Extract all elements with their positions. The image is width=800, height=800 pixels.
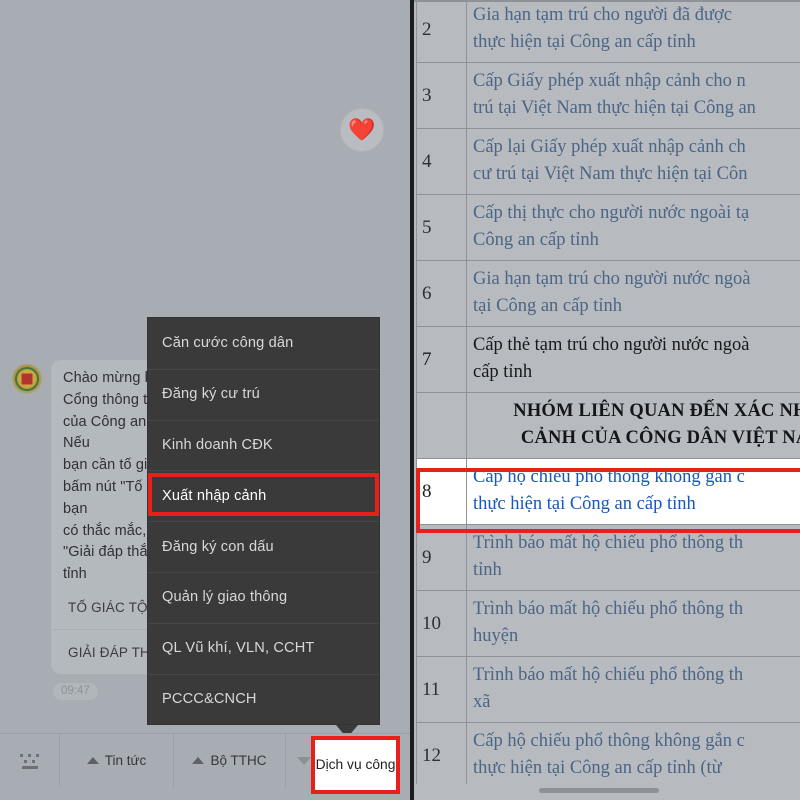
row-text: Cấp thẻ tạm trú cho người nước ngoà cấp … (466, 326, 800, 393)
menu-item-quan-ly-giao-thong[interactable]: Quản lý giao thông (148, 571, 379, 623)
row-text-line2: cư trú tại Việt Nam thực hiện tại Côn (473, 164, 748, 184)
services-dropdown-menu: Căn cước công dân Đăng ký cư trú Kinh do… (148, 318, 379, 725)
row-text: Cấp hộ chiếu phổ thông không gắn c thực … (466, 458, 800, 525)
row-text-line1: Trình báo mất hộ chiếu phổ thông th (473, 533, 744, 553)
row-text-line2: cấp tỉnh (473, 362, 533, 382)
table-row[interactable]: 10 Trình báo mất hộ chiếu phổ thông th h… (416, 590, 800, 657)
row-text-line2: trú tại Việt Nam thực hiện tại Công an (473, 98, 756, 118)
keyboard-button[interactable] (0, 734, 60, 787)
nav-item-tin-tuc[interactable]: Tin tức (60, 734, 174, 787)
table-row[interactable]: 7 Cấp thẻ tạm trú cho người nước ngoà cấ… (416, 326, 800, 393)
row-number: 7 (416, 326, 467, 393)
chat-panel: ❤️ Chào mừng bạn đến với Cổng thông tin … (0, 0, 412, 800)
row-text-line2: thực hiện tại Công an cấp tỉnh (473, 494, 696, 514)
row-text: Cấp Giấy phép xuất nhập cảnh cho n trú t… (466, 62, 800, 129)
nav-item-bo-tthc-label: Bộ TTHC (210, 753, 267, 768)
procedures-table-body: 2 Gia hạn tạm trú cho người đã được thực… (416, 0, 800, 789)
row-number: 4 (416, 128, 467, 195)
table-top-border (414, 0, 800, 2)
menu-item-kinh-doanh-cdk[interactable]: Kinh doanh CĐK (148, 419, 379, 471)
row-text-line1: Trình báo mất hộ chiếu phổ thông th (473, 665, 744, 685)
table-row[interactable]: 6 Gia hạn tạm trú cho người nước ngoà tạ… (416, 260, 800, 327)
avatar (12, 364, 42, 394)
table-row[interactable]: 5 Cấp thị thực cho người nước ngoài tạ C… (416, 194, 800, 261)
heart-reaction-icon[interactable]: ❤️ (340, 108, 384, 152)
section-header-line1: NHÓM LIÊN QUAN ĐẾN XÁC NHẬN (513, 401, 800, 421)
row-text-line1: Trình báo mất hộ chiếu phổ thông th (473, 599, 744, 619)
menu-item-xuat-nhap-canh[interactable]: Xuất nhập cảnh (148, 470, 379, 521)
row-number: 3 (416, 62, 467, 129)
row-text-line1: Cấp hộ chiếu phổ thông không gắn c (473, 731, 745, 751)
row-text-line2: tại Công an cấp tỉnh (473, 296, 622, 316)
row-text-line1: Cấp thị thực cho người nước ngoài tạ (473, 203, 750, 223)
row-text: Cấp lại Giấy phép xuất nhập cảnh ch cư t… (466, 128, 800, 195)
row-text-line1: Cấp hộ chiếu phổ thông không gắn c (473, 467, 745, 487)
table-row[interactable]: 11 Trình báo mất hộ chiếu phổ thông th x… (416, 656, 800, 723)
emblem-star-icon (21, 373, 33, 385)
row-text: Gia hạn tạm trú cho người nước ngoà tại … (466, 260, 800, 327)
message-timestamp: 09:47 (53, 683, 98, 700)
panel-divider (410, 0, 414, 800)
row-number: 10 (416, 590, 467, 657)
row-text: Trình báo mất hộ chiếu phổ thông th tỉnh (466, 524, 800, 591)
triangle-up-icon (86, 757, 99, 764)
row-text-line2: tỉnh (473, 560, 502, 580)
nav-item-tin-tuc-label: Tin tức (104, 753, 147, 768)
document-panel[interactable]: 2 Gia hạn tạm trú cho người đã được thực… (414, 0, 800, 800)
table-row[interactable]: 2 Gia hạn tạm trú cho người đã được thực… (416, 0, 800, 63)
table-row[interactable]: 4 Cấp lại Giấy phép xuất nhập cảnh ch cư… (416, 128, 800, 195)
row-text: Gia hạn tạm trú cho người đã được thực h… (466, 0, 800, 63)
dich-vu-cong-button[interactable]: Dịch vụ công (311, 736, 400, 794)
row-text-line1: Gia hạn tạm trú cho người đã được (473, 5, 732, 25)
row-number: 6 (416, 260, 467, 327)
row-number: 8 (416, 458, 467, 525)
row-text-line1: Cấp thẻ tạm trú cho người nước ngoà (473, 335, 750, 355)
row-number: 12 (416, 722, 467, 789)
row-text-line2: xã (473, 692, 491, 712)
table-row[interactable]: 9 Trình báo mất hộ chiếu phổ thông th tỉ… (416, 524, 800, 591)
triangle-up-icon (192, 757, 205, 764)
row-text-line1: Gia hạn tạm trú cho người nước ngoà (473, 269, 751, 289)
row-number (416, 392, 467, 459)
table-row[interactable]: 3 Cấp Giấy phép xuất nhập cảnh cho n trú… (416, 62, 800, 129)
row-number: 9 (416, 524, 467, 591)
section-header-text: NHÓM LIÊN QUAN ĐẾN XÁC NHẬN CẢNH CỦA CÔN… (466, 392, 800, 459)
nav-item-bo-tthc[interactable]: Bộ TTHC (174, 734, 286, 787)
menu-item-ql-vu-khi[interactable]: QL Vũ khí, VLN, CCHT (148, 622, 379, 674)
section-header-line2: CẢNH CỦA CÔNG DÂN VIỆT NAM (520, 428, 800, 448)
dich-vu-cong-label: Dịch vụ công (315, 757, 396, 772)
heart-emoji: ❤️ (348, 117, 376, 142)
menu-item-can-cuoc-cong-dan[interactable]: Căn cước công dân (148, 318, 379, 369)
row-number: 11 (416, 656, 467, 723)
row-text-line2: thực hiện tại Công an cấp tỉnh (473, 32, 696, 52)
menu-item-pccc-cnch[interactable]: PCCC&CNCH (148, 673, 379, 725)
row-number: 2 (416, 0, 467, 63)
table-row[interactable]: 12 Cấp hộ chiếu phổ thông không gắn c th… (416, 722, 800, 789)
row-text-line2: huyện (473, 626, 519, 646)
menu-item-dang-ky-con-dau[interactable]: Đăng ký con dấu (148, 521, 379, 572)
row-text-line1: Cấp lại Giấy phép xuất nhập cảnh ch (473, 137, 746, 157)
row-text: Trình báo mất hộ chiếu phổ thông th xã (466, 656, 800, 723)
row-text: Cấp hộ chiếu phổ thông không gắn c thực … (466, 722, 800, 789)
table-section-header-row: NHÓM LIÊN QUAN ĐẾN XÁC NHẬN CẢNH CỦA CÔN… (416, 392, 800, 459)
row-number: 5 (416, 194, 467, 261)
chevron-down-icon (297, 756, 311, 765)
horizontal-scrollbar[interactable] (539, 788, 659, 793)
row-text: Cấp thị thực cho người nước ngoài tạ Côn… (466, 194, 800, 261)
table-row-highlighted[interactable]: 8 Cấp hộ chiếu phổ thông không gắn c thự… (416, 458, 800, 525)
row-text-line2: thực hiện tại Công an cấp tỉnh (từ (473, 758, 722, 778)
procedures-table: 2 Gia hạn tạm trú cho người đã được thực… (416, 0, 800, 789)
row-text-line2: Công an cấp tỉnh (473, 230, 599, 250)
menu-item-dang-ky-cu-tru[interactable]: Đăng ký cư trú (148, 368, 379, 420)
row-text-line1: Cấp Giấy phép xuất nhập cảnh cho n (473, 71, 746, 91)
screen-root: ❤️ Chào mừng bạn đến với Cổng thông tin … (0, 0, 800, 800)
row-text: Trình báo mất hộ chiếu phổ thông th huyệ… (466, 590, 800, 657)
keyboard-icon (18, 752, 42, 770)
